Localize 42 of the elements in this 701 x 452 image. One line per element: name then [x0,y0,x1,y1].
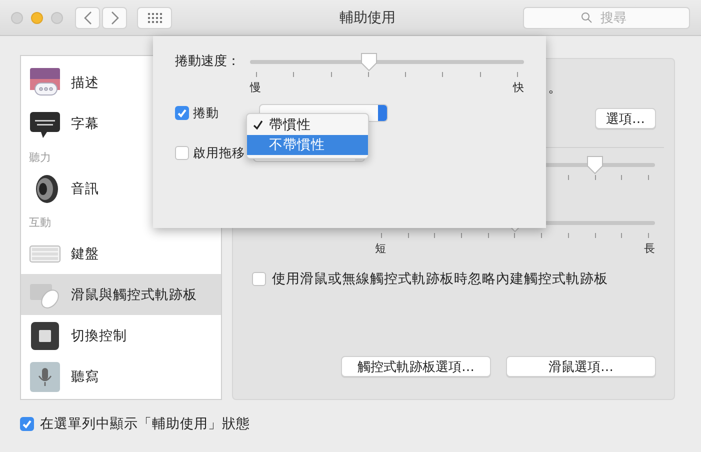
slider-max-label: 長 [644,241,655,256]
slider-label: 捲動速度： [175,53,240,70]
speech-bubble-icon [29,66,61,98]
show-all-button[interactable] [137,6,172,28]
section-header: 聽力 [29,150,51,165]
checkbox[interactable] [175,146,189,160]
description-text: 。 [548,80,562,96]
slider-max-label: 快 [513,80,524,95]
section-header: 互動 [29,215,51,230]
checkbox[interactable] [252,272,266,286]
minimize-button[interactable] [31,12,43,24]
window-title: 輔助使用 [338,8,396,26]
sidebar-item[interactable]: 切換控制 [21,315,221,356]
options-button[interactable]: 選項… [595,108,656,129]
sidebar-item[interactable]: 鍵盤 [21,233,221,274]
chevron-left-icon [84,10,92,24]
grid-icon [148,12,162,22]
forward-button[interactable] [102,6,127,28]
menu-item[interactable]: 帶慣性 [247,115,368,135]
slider-min-label: 短 [375,241,386,256]
search-icon [581,12,592,22]
checkbox-label: 在選單列中顯示「輔助使用」狀態 [40,415,250,433]
back-button[interactable] [75,6,100,28]
microphone-icon [29,360,61,392]
switch-icon [29,320,61,352]
sidebar-item[interactable]: 聽寫 [21,356,221,397]
slider-thumb[interactable] [586,155,604,175]
checkbox-label: 使用滑鼠或無線觸控式軌跡板時忽略內建觸控式軌跡板 [272,270,608,288]
slider-min-label: 慢 [250,80,261,95]
options-button[interactable]: 觸控式軌跡板選項… [341,356,491,377]
slider-thumb[interactable] [360,52,378,72]
menu-item[interactable]: 不帶慣性 [247,135,368,155]
search-field[interactable]: 搜尋 [523,6,690,28]
close-button[interactable] [11,12,23,24]
checkbox-label: 捲動 [193,104,220,122]
chevron-right-icon [110,10,118,24]
sidebar-item[interactable]: 滑鼠與觸控式軌跡板 [21,274,221,315]
checkbox[interactable] [20,417,34,431]
options-button[interactable]: 滑鼠選項… [506,356,656,377]
zoom-button[interactable] [51,12,63,24]
checkbox-label: 啟用拖移 [193,144,246,162]
checkbox[interactable] [175,106,189,120]
